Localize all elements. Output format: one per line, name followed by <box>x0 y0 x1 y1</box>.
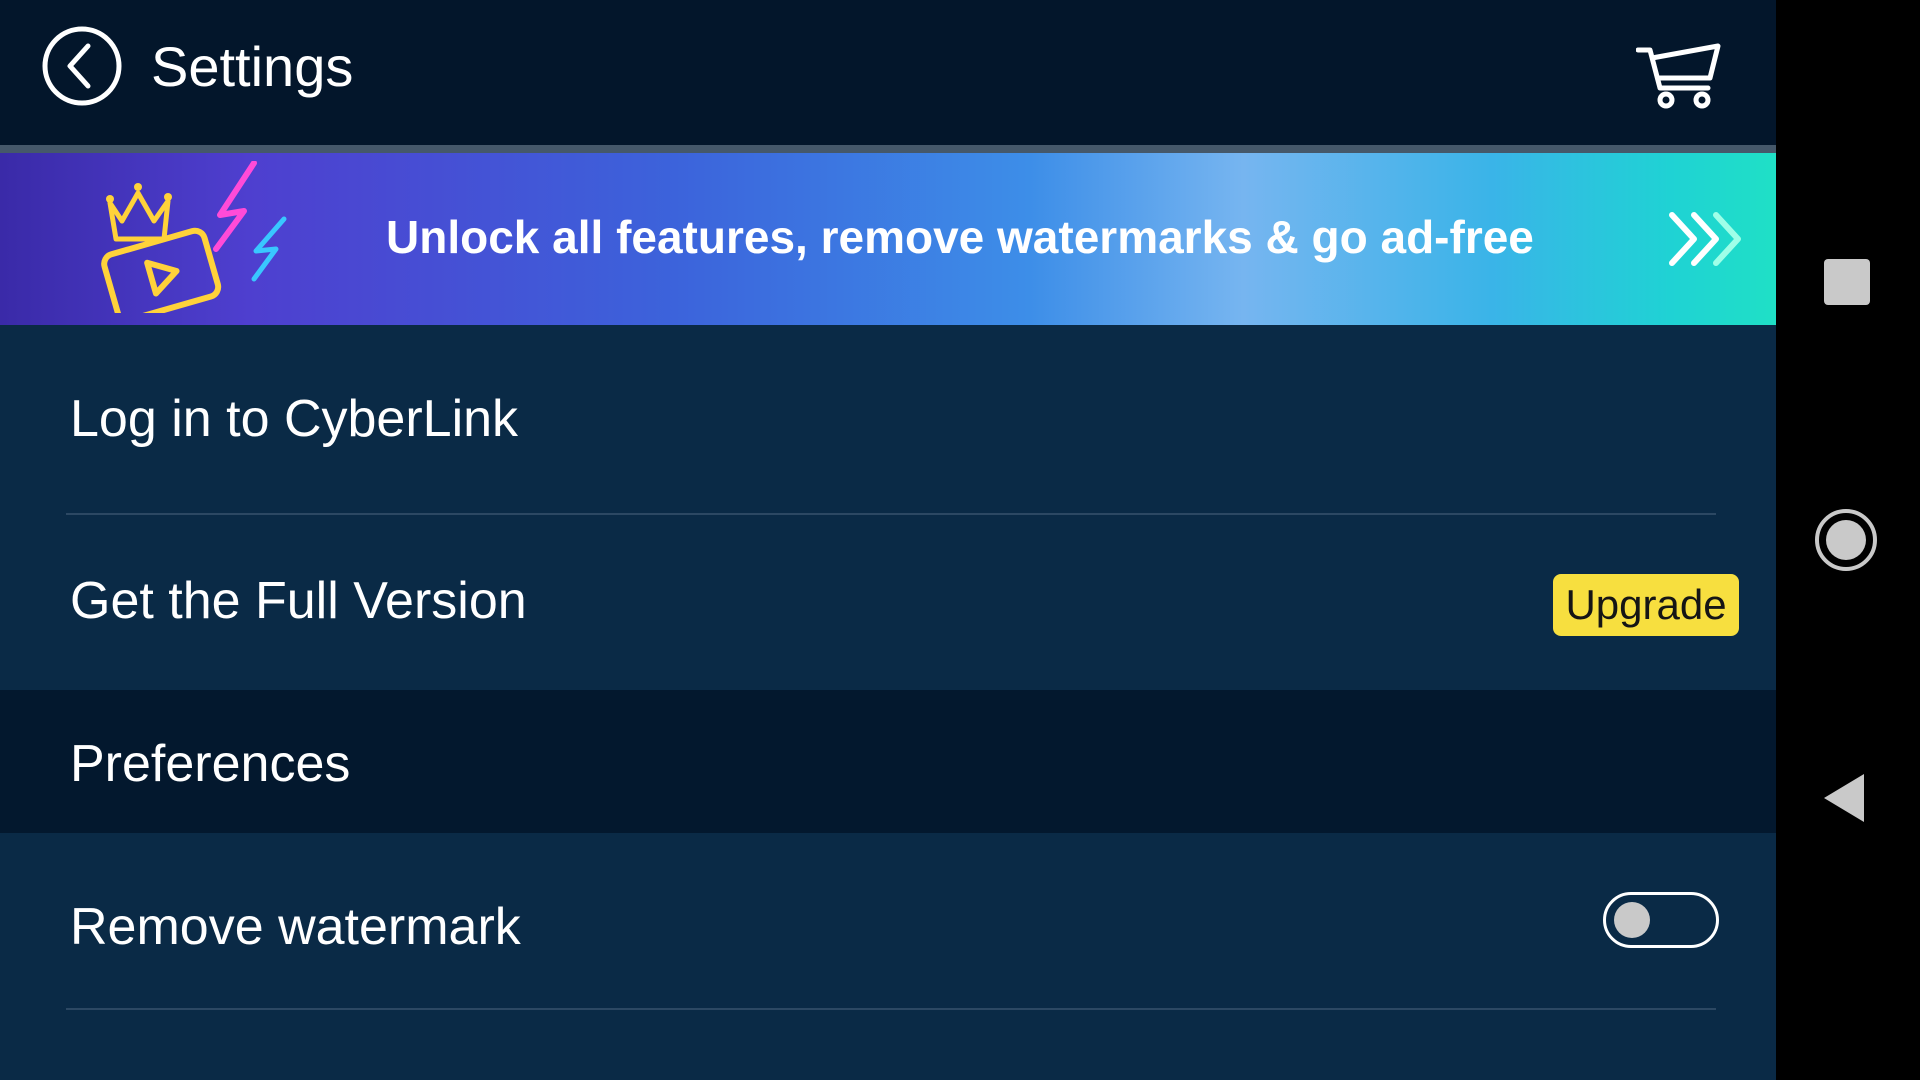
shopping-cart-icon <box>1635 43 1721 109</box>
system-navigation-bar <box>1776 0 1920 1080</box>
section-title: Preferences <box>70 735 351 793</box>
header-divider <box>0 145 1776 153</box>
remove-watermark-toggle[interactable] <box>1603 892 1719 948</box>
system-back-button[interactable] <box>1822 772 1868 824</box>
full-version-row[interactable]: Get the Full Version <box>0 515 1776 690</box>
remove-watermark-row[interactable]: Remove watermark <box>0 833 1776 1008</box>
promo-banner[interactable]: Unlock all features, remove watermarks &… <box>0 153 1776 325</box>
toggle-knob <box>1614 902 1650 938</box>
promo-text: Unlock all features, remove watermarks &… <box>386 211 1534 263</box>
settings-screen: Settings Unlock all features, remove wat… <box>0 0 1776 1080</box>
top-app-bar: Settings <box>0 0 1776 145</box>
back-button[interactable] <box>42 26 122 106</box>
back-arrow-circle-icon <box>42 26 122 106</box>
remove-watermark-label: Remove watermark <box>70 898 521 956</box>
upgrade-badge[interactable]: Upgrade <box>1553 574 1739 636</box>
page-title: Settings <box>151 35 354 98</box>
triple-chevron-right-icon <box>1669 212 1741 266</box>
full-version-label: Get the Full Version <box>70 572 527 630</box>
cart-button[interactable] <box>1635 38 1722 110</box>
triangle-back-icon <box>1824 774 1864 822</box>
login-row[interactable]: Log in to CyberLink <box>0 325 1776 515</box>
login-label: Log in to CyberLink <box>70 390 519 448</box>
home-button[interactable] <box>1814 508 1878 572</box>
crown-video-lightning-icon <box>101 161 287 313</box>
circle-home-icon <box>1815 509 1877 571</box>
divider <box>66 1008 1716 1010</box>
section-header-preferences: Preferences <box>0 690 1776 833</box>
square-recents-icon[interactable] <box>1824 259 1870 305</box>
